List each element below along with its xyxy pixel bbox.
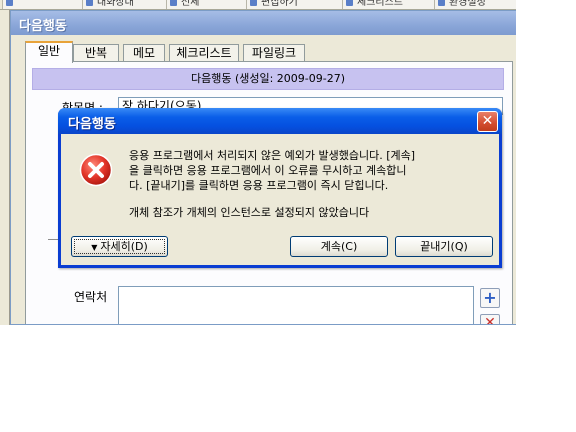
message-line: 을 클릭하면 응용 프로그램에서 이 오류를 무시하고 계속합니 — [129, 164, 407, 177]
window-title: 다음행동 — [19, 19, 67, 34]
tab-general[interactable]: 일반 — [25, 41, 73, 63]
toolbar-button-3[interactable]: 전체 — [166, 0, 254, 9]
toolbar-button-2[interactable]: 대화상대 — [82, 0, 174, 9]
app-left-edge — [0, 10, 10, 325]
plus-icon: + — [483, 288, 497, 307]
tab-memo[interactable]: 메모 — [123, 44, 165, 62]
tab-checklist[interactable]: 체크리스트 — [169, 44, 239, 62]
tab-repeat[interactable]: 반복 — [73, 44, 119, 62]
dialog-title: 다음행동 — [68, 117, 116, 132]
contact-list[interactable] — [118, 286, 474, 324]
error-detail-message: 개체 참조가 개체의 인스턴스로 설정되지 않았습니다 — [129, 206, 370, 219]
error-message: 응용 프로그램에서 처리되지 않은 예외가 발생했습니다. [계속] 을 클릭하… — [129, 148, 481, 193]
toolbar-button-4[interactable]: 편집하기 — [246, 0, 350, 9]
contact-label: 연락처 — [74, 290, 108, 304]
delete-contact-button[interactable]: ✕ — [480, 314, 500, 325]
close-icon: ✕ — [481, 113, 494, 129]
message-line: 응용 프로그램에서 처리되지 않은 예외가 발생했습니다. [계속] — [129, 149, 416, 162]
toolbar-button-6[interactable]: 환경설정 — [434, 0, 516, 9]
info-bar: 다음행동 (생성일: 2009-09-27) — [32, 68, 504, 90]
toolbar-button-1[interactable] — [2, 0, 88, 9]
continue-button[interactable]: 계속(C) — [290, 236, 388, 257]
add-contact-button[interactable]: + — [480, 288, 500, 308]
message-line: 다. [끝내기]를 클릭하면 응용 프로그램이 즉시 닫힙니다. — [129, 179, 389, 192]
error-x-icon — [79, 153, 113, 187]
quit-button[interactable]: 끝내기(Q) — [395, 236, 493, 257]
error-dialog: 다음행동 ✕ 응용 프로그램에서 처리되지 않은 예외가 발생했습니다. [계속… — [58, 108, 502, 268]
dialog-body: 응용 프로그램에서 처리되지 않은 예외가 발생했습니다. [계속] 을 클릭하… — [61, 134, 499, 265]
tab-filelink[interactable]: 파일링크 — [243, 44, 305, 62]
window-titlebar[interactable]: 다음행동 — [11, 11, 516, 35]
app-toolbar-strip: 대화상대 전체 편집하기 체크리스트 환경설정 — [0, 0, 516, 10]
details-button[interactable]: ▼ 자세히(D) — [71, 236, 168, 257]
close-button[interactable]: ✕ — [477, 111, 498, 132]
dialog-titlebar[interactable]: 다음행동 ✕ — [58, 108, 502, 134]
toolbar-button-5[interactable]: 체크리스트 — [342, 0, 442, 9]
delete-x-icon: ✕ — [484, 315, 496, 325]
